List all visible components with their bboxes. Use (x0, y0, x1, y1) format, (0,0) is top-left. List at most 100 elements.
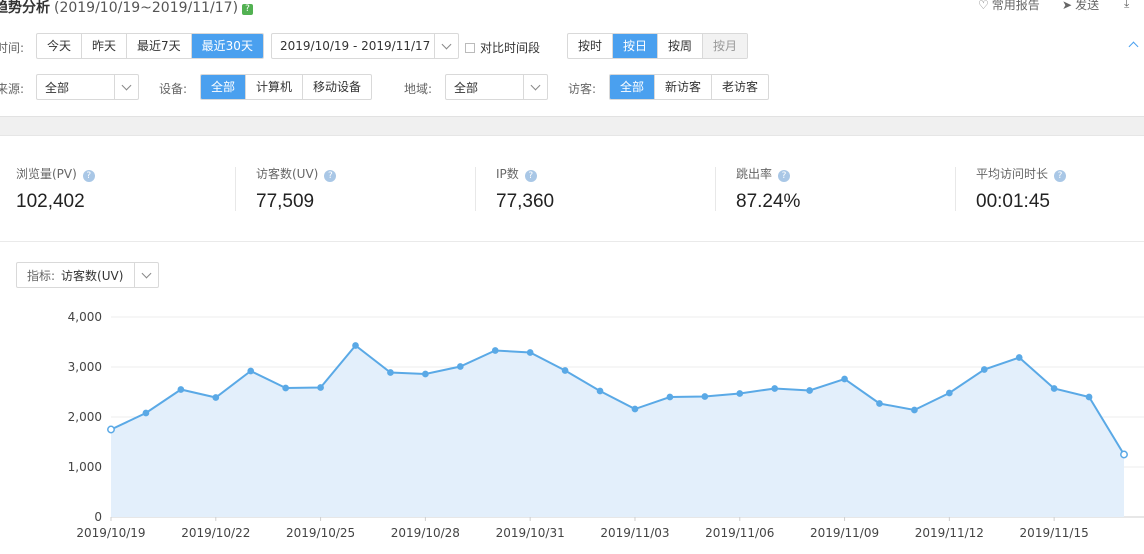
metric-uv: 访客数(UV)? 77,509 (256, 165, 486, 213)
indicator-select[interactable]: 指标: 访客数(UV) (16, 262, 159, 288)
metric-label: 平均访问时长 (976, 167, 1049, 181)
send-link[interactable]: ➤ 发送 (1062, 0, 1099, 13)
y-axis: 0 1,000 2,000 3,000 4,000 (68, 310, 102, 524)
source-select[interactable]: 全部 (36, 74, 139, 100)
download-icon[interactable]: ⤓ (1124, 0, 1132, 11)
collapse-icon[interactable] (1128, 40, 1140, 52)
visitor-returning-button[interactable]: 老访客 (712, 75, 768, 99)
metric-bounce-rate: 跳出率? 87.24% (736, 165, 966, 213)
data-point[interactable] (736, 390, 744, 397)
page-date-range: (2019/10/19~2019/11/17) (54, 0, 239, 16)
data-point[interactable] (352, 342, 359, 349)
data-point[interactable] (387, 369, 394, 376)
help-icon[interactable]: ? (778, 170, 791, 182)
data-point[interactable] (142, 409, 150, 417)
region-select[interactable]: 全部 (445, 74, 548, 100)
metric-label: 浏览量(PV) (16, 167, 77, 181)
help-icon[interactable]: ? (524, 170, 537, 182)
y-tick-label: 4,000 (68, 310, 102, 324)
x-tick-label: 2019/10/28 (391, 526, 460, 540)
data-point[interactable] (911, 406, 918, 414)
data-point[interactable] (1120, 450, 1128, 459)
x-tick-label: 2019/10/19 (76, 526, 145, 540)
data-point[interactable] (422, 370, 429, 378)
metric-ip: IP数? 77,360 (496, 165, 726, 213)
source-value: 全部 (45, 80, 70, 95)
granularity-hour-button[interactable]: 按时 (568, 34, 614, 58)
device-all-button[interactable]: 全部 (201, 75, 247, 99)
x-tick-label: 2019/11/09 (810, 526, 879, 540)
granularity-week-button[interactable]: 按周 (658, 34, 704, 58)
favorite-report-link[interactable]: ♡ 常用报告 (978, 0, 1040, 13)
chevron-down-icon[interactable] (434, 34, 458, 58)
date-range-picker[interactable]: 2019/10/19 - 2019/11/17 (271, 33, 459, 59)
data-point[interactable] (456, 363, 464, 370)
region-value: 全部 (454, 80, 479, 95)
data-point[interactable] (631, 405, 639, 413)
data-point[interactable] (701, 393, 709, 400)
data-point[interactable] (282, 384, 290, 392)
metric-label: IP数 (496, 167, 519, 181)
data-point[interactable] (596, 387, 604, 395)
data-point[interactable] (841, 375, 848, 383)
chevron-down-icon[interactable] (114, 75, 138, 99)
preset-last7-button[interactable]: 最近7天 (127, 34, 192, 58)
data-point[interactable] (666, 393, 674, 401)
compare-checkbox[interactable]: 对比时间段 (465, 39, 540, 56)
help-icon[interactable]: ? (1054, 170, 1067, 182)
heart-icon: ♡ (978, 0, 989, 12)
y-tick-label: 1,000 (68, 460, 102, 474)
metric-value: 77,509 (256, 191, 315, 212)
help-icon[interactable]: ? (324, 170, 337, 182)
device-computer-button[interactable]: 计算机 (246, 75, 304, 99)
data-point[interactable] (212, 394, 220, 401)
trend-chart: 01,0002,0003,0004,000 2019/10/19 2019/10/… (68, 310, 1144, 540)
data-point[interactable] (177, 386, 185, 393)
preset-last30-button[interactable]: 最近30天 (191, 34, 263, 58)
data-point[interactable] (317, 384, 324, 391)
chevron-down-icon[interactable] (134, 263, 158, 287)
title-help-icon[interactable]: ? (242, 4, 254, 15)
data-point[interactable] (1085, 393, 1093, 401)
data-point[interactable] (771, 385, 779, 392)
x-tick-label: 2019/10/31 (496, 526, 565, 540)
checkbox-icon[interactable] (465, 43, 475, 53)
indicator-value: 访客数(UV) (61, 268, 124, 283)
metric-value: 102,402 (16, 191, 85, 212)
preset-yesterday-button[interactable]: 昨天 (82, 34, 128, 58)
data-point[interactable] (247, 367, 255, 375)
data-point[interactable] (980, 366, 988, 373)
metric-divider (715, 167, 716, 211)
data-point[interactable] (876, 400, 883, 407)
data-point[interactable] (806, 387, 813, 394)
data-point[interactable] (561, 367, 569, 374)
x-tick-label: 2019/11/12 (915, 526, 984, 540)
granularity-group: 按时 按日 按周 按月 (567, 33, 749, 59)
region-label: 地域: (404, 82, 433, 96)
help-icon[interactable]: ? (82, 170, 95, 182)
visitor-all-button[interactable]: 全部 (610, 75, 656, 99)
preset-today-button[interactable]: 今天 (37, 34, 83, 58)
date-range-value: 2019/10/19 - 2019/11/17 (280, 39, 431, 53)
y-tick-label: 0 (94, 510, 102, 524)
x-tick-label: 2019/11/06 (705, 526, 774, 540)
data-point[interactable] (491, 347, 499, 354)
visitor-label: 访客: (568, 82, 597, 96)
data-point[interactable] (1050, 385, 1058, 392)
data-point[interactable] (945, 389, 953, 397)
chevron-down-icon[interactable] (523, 75, 547, 99)
data-point[interactable] (1015, 354, 1023, 361)
x-tick-label: 2019/10/25 (286, 526, 355, 540)
device-mobile-button[interactable]: 移动设备 (303, 75, 371, 99)
x-tick-label: 2019/11/03 (600, 526, 669, 540)
metric-value: 87.24% (736, 191, 801, 212)
data-point[interactable] (107, 425, 115, 434)
visitor-new-button[interactable]: 新访客 (655, 75, 713, 99)
granularity-month-button[interactable]: 按月 (703, 34, 748, 58)
send-label: 发送 (1075, 0, 1100, 12)
send-icon: ➤ (1062, 0, 1073, 12)
data-point[interactable] (526, 349, 534, 356)
device-label: 设备: (159, 82, 188, 96)
granularity-day-button[interactable]: 按日 (613, 34, 659, 58)
metric-avg-duration: 平均访问时长? 00:01:45 (976, 165, 1144, 213)
